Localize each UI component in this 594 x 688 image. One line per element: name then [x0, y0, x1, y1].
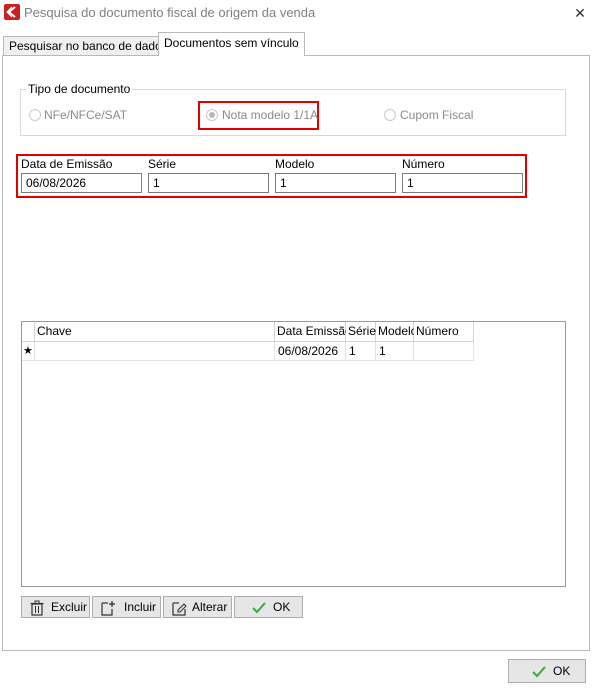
doc-type-group-label: Tipo de documento — [26, 82, 133, 96]
grid-cell-data-emissao[interactable]: 06/08/2026 — [275, 342, 346, 361]
footer-ok-button-label: OK — [553, 664, 571, 678]
grid-header-modelo[interactable]: Modelo — [376, 322, 417, 342]
trash-icon — [30, 600, 44, 616]
window-title: Pesquisa do documento fiscal de origem d… — [24, 5, 316, 20]
grid-header-chave[interactable]: Chave — [35, 322, 275, 342]
excluir-button-label: Excluir — [51, 600, 88, 614]
app-logo-icon — [4, 4, 20, 20]
documents-grid[interactable]: Chave Data Emissão Série Modelo Número ★… — [21, 321, 566, 587]
numero-label: Número — [402, 157, 445, 171]
check-icon — [252, 602, 266, 614]
modelo-input[interactable]: 1 — [275, 173, 396, 193]
serie-input[interactable]: 1 — [148, 173, 269, 193]
radio-nfe-nfce-sat-label[interactable]: NFe/NFCe/SAT — [44, 108, 127, 122]
incluir-button-label: Incluir — [124, 600, 157, 614]
grid-cell-modelo[interactable]: 1 — [376, 342, 414, 361]
numero-input[interactable]: 1 — [402, 173, 523, 193]
add-document-icon — [101, 601, 115, 616]
check-icon — [532, 666, 546, 678]
radio-cupom-fiscal[interactable] — [384, 109, 396, 121]
grid-ok-button-label: OK — [273, 600, 291, 614]
grid-indicator-header — [22, 322, 35, 342]
footer-ok-button[interactable]: OK — [508, 659, 586, 683]
radio-nota-modelo-1-1a[interactable] — [206, 109, 218, 121]
grid-new-row-marker: ★ — [22, 342, 35, 361]
grid-ok-button[interactable]: OK — [234, 596, 303, 618]
alterar-button[interactable]: Alterar — [163, 596, 232, 618]
serie-label: Série — [148, 157, 177, 171]
data-emissao-label: Data de Emissão — [21, 157, 113, 171]
grid-cell-serie[interactable]: 1 — [346, 342, 376, 361]
grid-header-data-emissao[interactable]: Data Emissão — [275, 322, 352, 342]
grid-header-serie[interactable]: Série — [346, 322, 376, 342]
grid-cell-chave[interactable] — [35, 342, 275, 361]
title-bar: Pesquisa do documento fiscal de origem d… — [0, 0, 594, 26]
data-emissao-input[interactable]: 06/08/2026 — [21, 173, 142, 193]
radio-cupom-fiscal-label[interactable]: Cupom Fiscal — [400, 108, 473, 122]
close-button[interactable]: ✕ — [570, 3, 590, 23]
radio-nfe-nfce-sat[interactable] — [29, 109, 41, 121]
incluir-button[interactable]: Incluir — [92, 596, 161, 618]
edit-icon — [172, 602, 187, 616]
tab-pesquisar-banco[interactable]: Pesquisar no banco de dados — [3, 36, 174, 56]
alterar-button-label: Alterar — [192, 600, 228, 614]
tab-documentos-sem-vinculo[interactable]: Documentos sem vínculo — [158, 32, 305, 56]
excluir-button[interactable]: Excluir — [21, 596, 90, 618]
radio-nota-modelo-1-1a-label[interactable]: Nota modelo 1/1A — [222, 108, 318, 122]
grid-cell-numero[interactable] — [414, 342, 474, 361]
modelo-label: Modelo — [275, 157, 315, 171]
grid-header-numero[interactable]: Número — [414, 322, 474, 342]
